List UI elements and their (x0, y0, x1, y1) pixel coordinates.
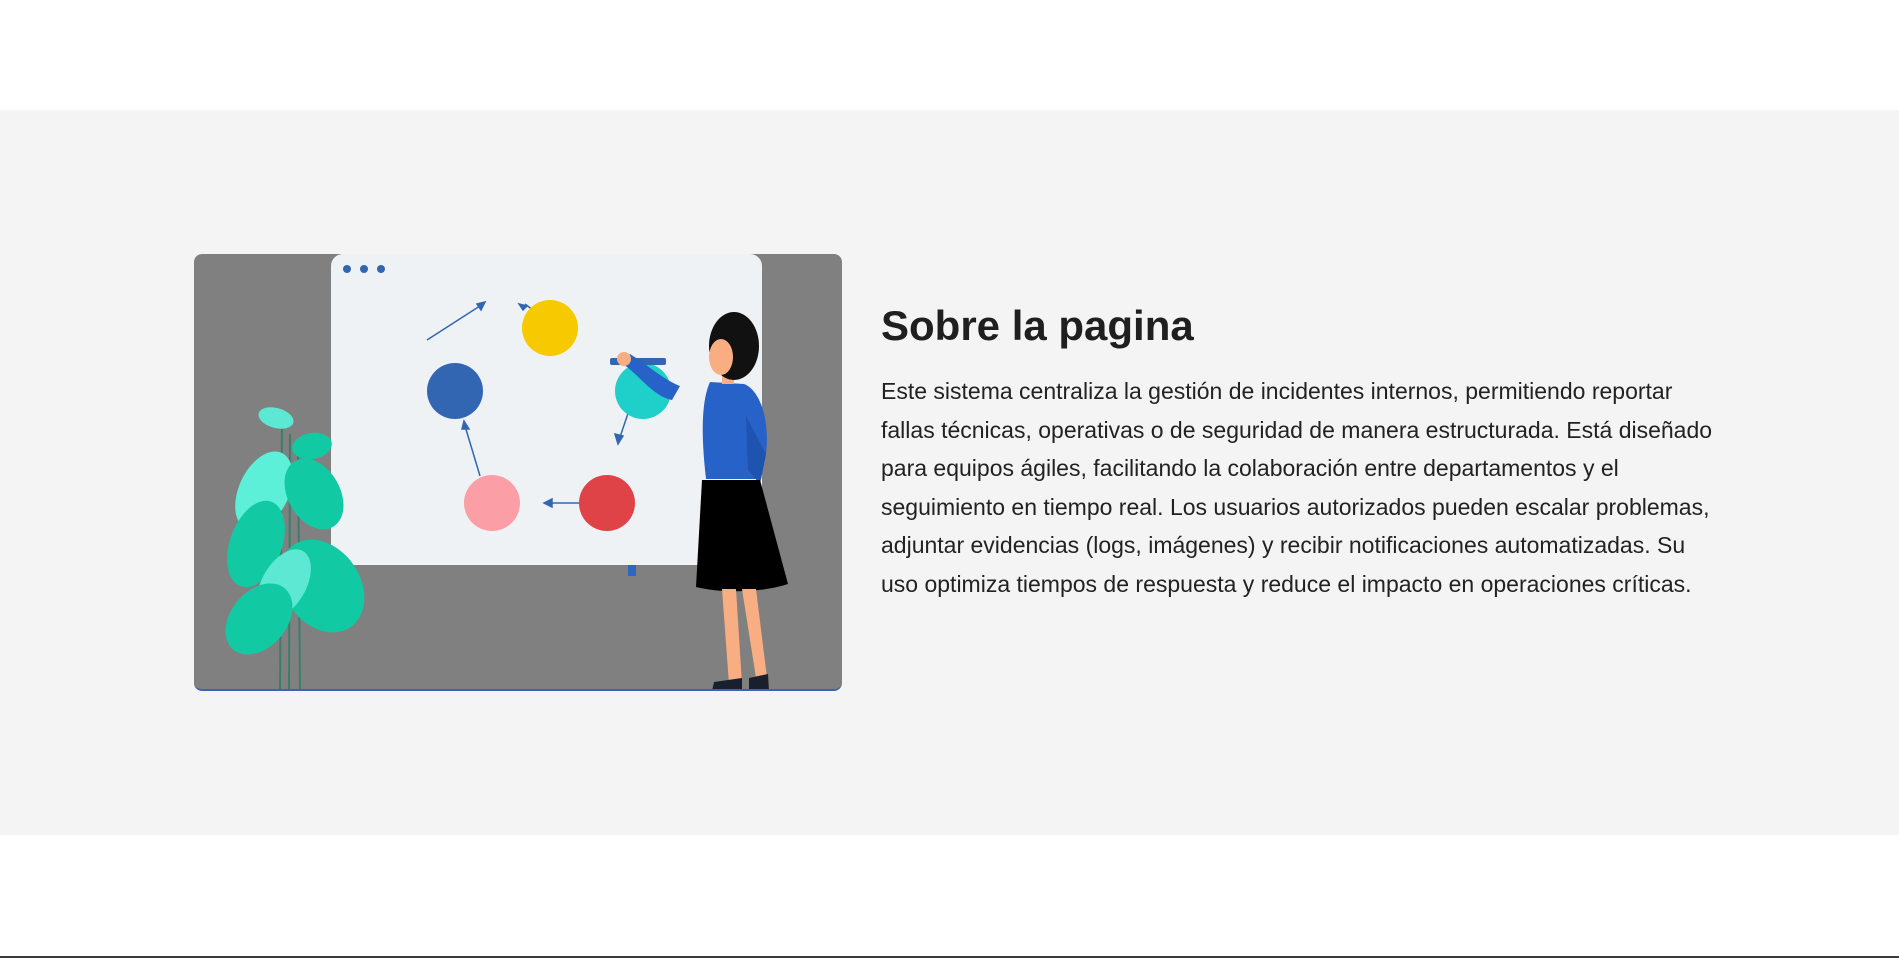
about-illustration (194, 254, 842, 691)
node-red (579, 475, 635, 531)
about-text-block: Sobre la pagina Este sistema centraliza … (881, 300, 1721, 603)
about-description: Este sistema centraliza la gestión de in… (881, 378, 1713, 597)
about-section: Sobre la pagina Este sistema centraliza … (0, 110, 1899, 835)
about-title: Sobre la pagina (881, 302, 1194, 349)
node-blue (427, 363, 483, 419)
page: Sobre la pagina Este sistema centraliza … (0, 0, 1899, 958)
node-yellow (522, 300, 578, 356)
node-pink (464, 475, 520, 531)
